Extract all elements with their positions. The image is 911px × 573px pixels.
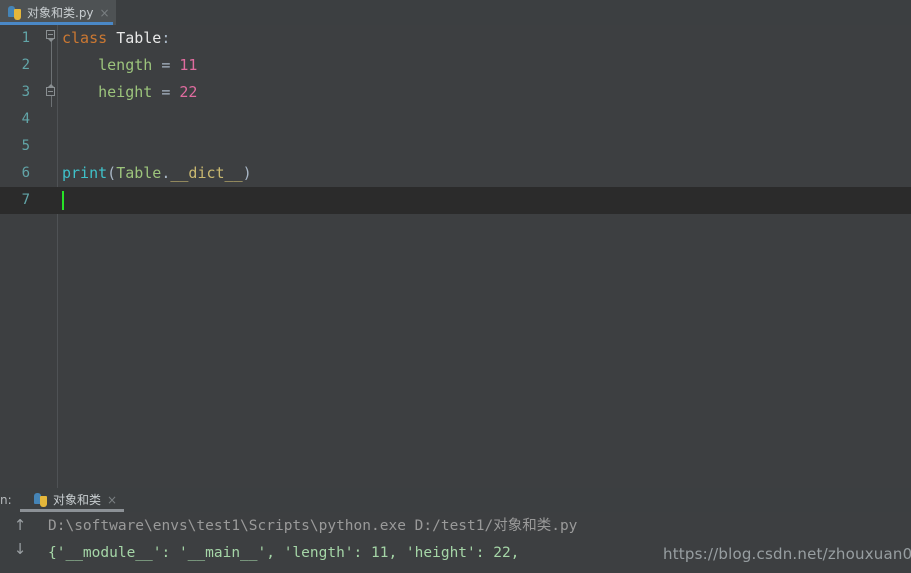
run-console-toolbar: ↑ ↓ xyxy=(0,512,41,573)
console-command-line: D:\software\envs\test1\Scripts\python.ex… xyxy=(48,518,578,534)
close-icon[interactable]: × xyxy=(107,494,117,506)
line-number: 4 xyxy=(21,111,30,127)
python-file-icon xyxy=(8,5,22,20)
code-editor[interactable]: 1 class Table: 2 length = 11 3 height = … xyxy=(0,25,911,488)
run-console-output[interactable]: D:\software\envs\test1\Scripts\python.ex… xyxy=(40,512,911,573)
scroll-up-icon[interactable]: ↑ xyxy=(10,514,30,536)
code-line-1[interactable]: 1 class Table: xyxy=(0,25,911,52)
pycharm-window: 对象和类.py × 1 class Table: 2 length = 11 3… xyxy=(0,0,911,573)
code-line-6[interactable]: 6 print(Table.__dict__) xyxy=(0,160,911,187)
editor-tab-label: 对象和类.py xyxy=(27,5,94,20)
line-number: 3 xyxy=(21,84,30,100)
close-icon[interactable]: × xyxy=(100,7,110,19)
scroll-down-icon[interactable]: ↓ xyxy=(10,538,30,560)
python-run-config-icon xyxy=(34,493,48,507)
run-tool-window-label: n: xyxy=(0,493,12,507)
editor-tab-bar: 对象和类.py × xyxy=(0,0,911,26)
run-tool-window: n: 对象和类 × ↑ ↓ D:\software\envs\test1\Scr… xyxy=(0,488,911,573)
line-number: 6 xyxy=(21,165,30,181)
code-lines: 1 class Table: 2 length = 11 3 height = … xyxy=(0,25,911,214)
line-content: print(Table.__dict__) xyxy=(62,164,252,182)
line-content: height = 22 xyxy=(62,83,198,101)
line-number: 1 xyxy=(21,30,30,46)
console-output-line: {'__module__': '__main__', 'length': 11,… xyxy=(48,545,529,561)
code-line-5[interactable]: 5 xyxy=(0,133,911,160)
run-tool-window-header: n: 对象和类 × xyxy=(0,488,911,512)
line-content: class Table: xyxy=(62,29,171,47)
code-line-4[interactable]: 4 xyxy=(0,106,911,133)
run-tab-label: 对象和类 xyxy=(53,493,102,507)
line-number: 5 xyxy=(21,138,30,154)
text-caret xyxy=(62,191,64,210)
code-line-7[interactable]: 7 xyxy=(0,187,911,214)
line-number: 7 xyxy=(21,192,30,208)
line-number: 2 xyxy=(21,57,30,73)
code-line-2[interactable]: 2 length = 11 xyxy=(0,52,911,79)
line-content: length = 11 xyxy=(62,56,198,74)
code-line-3[interactable]: 3 height = 22 xyxy=(0,79,911,106)
